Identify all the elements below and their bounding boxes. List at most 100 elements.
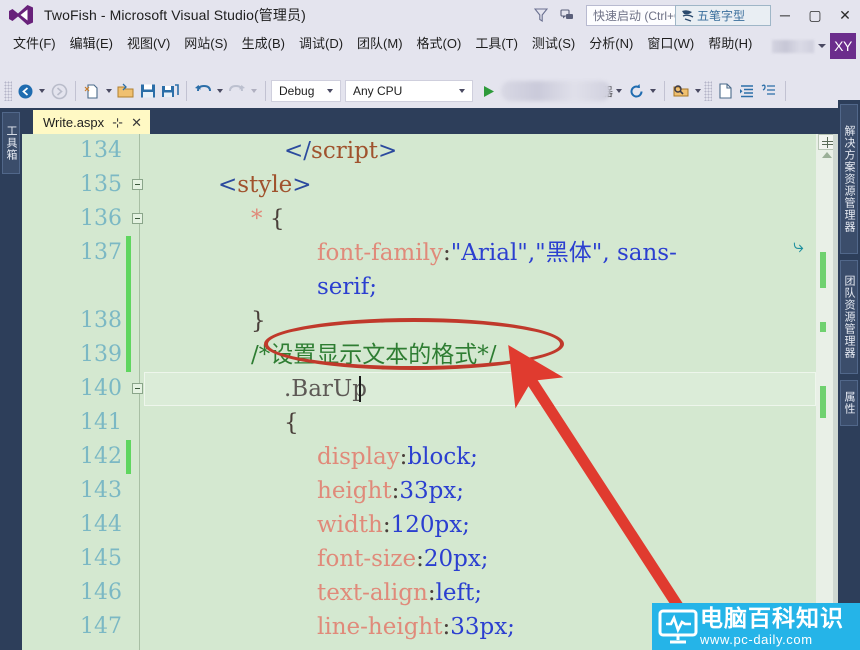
menu-item-11[interactable]: 窗口(W) bbox=[640, 33, 701, 55]
document-tab-write-aspx[interactable]: Write.aspx ⊹ ✕ bbox=[33, 110, 150, 134]
fold-toggle-icon[interactable] bbox=[132, 179, 143, 190]
code-editor[interactable]: 134 </script> 135 <style> 136 * {137 font-fami… bbox=[22, 134, 838, 650]
chevron-down-icon[interactable] bbox=[818, 44, 826, 48]
document-tab-strip: Write.aspx ⊹ ✕ bbox=[22, 108, 838, 134]
menu-item-4[interactable]: 生成(B) bbox=[235, 33, 292, 55]
code-line[interactable]: 141 { bbox=[22, 406, 838, 440]
notification-flag-icon[interactable] bbox=[554, 2, 580, 28]
open-file-icon[interactable] bbox=[115, 79, 137, 103]
code-line[interactable]: 135 <style> bbox=[22, 168, 838, 202]
refresh-icon[interactable] bbox=[625, 79, 647, 103]
maximize-button[interactable]: ▢ bbox=[800, 0, 830, 30]
line-number: 143 bbox=[80, 478, 122, 503]
solution-platform-select[interactable]: Any CPU bbox=[345, 80, 473, 102]
navigate-back-dropdown[interactable] bbox=[39, 89, 45, 93]
navigate-forward-icon bbox=[48, 79, 70, 103]
comment-lines-icon[interactable] bbox=[758, 79, 780, 103]
code-token: serif; bbox=[317, 274, 378, 300]
menu-items: 文件(F) 编辑(E) 视图(V) 网站(S) 生成(B) 调试(D) 团队(M) 格式(O)… bbox=[6, 33, 860, 55]
toolbar-grip[interactable] bbox=[704, 81, 713, 101]
fold-toggle-icon[interactable] bbox=[132, 383, 143, 394]
code-token: > bbox=[378, 138, 398, 164]
menu-item-0[interactable]: 文件(F) bbox=[6, 33, 63, 55]
navigate-back-icon[interactable] bbox=[14, 79, 36, 103]
menu-item-2[interactable]: 视图(V) bbox=[120, 33, 177, 55]
find-dropdown[interactable] bbox=[695, 89, 702, 93]
quick-launch-input[interactable]: 快速启动 (Ctrl+Q) 五笔字型 bbox=[586, 4, 771, 26]
save-icon[interactable] bbox=[137, 79, 159, 103]
menu-item-8[interactable]: 工具(T) bbox=[468, 33, 525, 55]
pin-icon[interactable]: ⊹ bbox=[112, 116, 123, 129]
scroll-change-marker bbox=[820, 322, 826, 332]
sidebar-item-toolbox[interactable]: 工具箱 bbox=[2, 112, 20, 174]
menu-item-10[interactable]: 分析(N) bbox=[582, 33, 640, 55]
find-in-files-icon[interactable] bbox=[670, 79, 692, 103]
document-tab-label: Write.aspx bbox=[43, 114, 105, 130]
code-line[interactable]: 138} bbox=[22, 304, 838, 338]
code-line[interactable]: 145 font-size:20px; bbox=[22, 542, 838, 576]
menu-item-6[interactable]: 团队(M) bbox=[350, 33, 410, 55]
code-line[interactable]: 139 /*设置显示文本的格式*/ bbox=[22, 338, 838, 372]
sidebar-item-right-2[interactable]: 属性 bbox=[840, 380, 858, 426]
menu-item-12[interactable]: 帮助(H) bbox=[701, 33, 759, 55]
menu-item-1[interactable]: 编辑(E) bbox=[63, 33, 120, 55]
code-token: font-family bbox=[317, 240, 443, 266]
avatar[interactable]: XY bbox=[830, 33, 856, 59]
account-name-redacted[interactable] bbox=[772, 39, 814, 53]
undo-dropdown[interactable] bbox=[217, 89, 223, 93]
change-marker bbox=[126, 270, 131, 304]
minimize-button[interactable]: ─ bbox=[770, 0, 800, 30]
code-token: "Arial","黑体", sans- bbox=[450, 240, 677, 266]
code-line[interactable]: serif; bbox=[22, 270, 838, 304]
code-line[interactable]: 134 </script> bbox=[22, 134, 838, 168]
new-item-icon[interactable] bbox=[81, 79, 103, 103]
menu-bar: 文件(F) 编辑(E) 视图(V) 网站(S) 生成(B) 调试(D) 团队(M) 格式(O)… bbox=[0, 30, 860, 74]
code-token: : bbox=[442, 240, 451, 266]
watermark-logo: 电脑百科知识 www.pc-daily.com bbox=[652, 603, 860, 650]
scroll-up-arrow-icon[interactable] bbox=[822, 152, 832, 158]
code-line[interactable]: 136 * { bbox=[22, 202, 838, 236]
close-icon[interactable]: ✕ bbox=[131, 116, 142, 129]
menu-item-9[interactable]: 测试(S) bbox=[525, 33, 582, 55]
code-token: 120px; bbox=[390, 512, 470, 538]
code-line[interactable]: 143 height:33px; bbox=[22, 474, 838, 508]
code-token: } bbox=[251, 308, 266, 334]
browser-select-dropdown[interactable] bbox=[616, 89, 623, 93]
browser-select-redacted[interactable] bbox=[501, 81, 611, 101]
code-line[interactable]: 142 display:block; bbox=[22, 440, 838, 474]
format-indent-icon[interactable] bbox=[736, 79, 758, 103]
sidebar-item-right-1[interactable]: 团队资源管理器 bbox=[840, 260, 858, 374]
code-text: <style> bbox=[218, 168, 312, 202]
code-token: < bbox=[218, 172, 238, 198]
code-token: 33px; bbox=[450, 614, 515, 640]
solution-configuration-select[interactable]: Debug bbox=[271, 80, 341, 102]
menu-item-3[interactable]: 网站(S) bbox=[177, 33, 234, 55]
undo-icon[interactable] bbox=[192, 79, 214, 103]
new-item-dropdown[interactable] bbox=[106, 89, 112, 93]
chevron-down-icon bbox=[459, 89, 465, 93]
account-area: XY bbox=[772, 33, 856, 59]
menu-item-7[interactable]: 格式(O) bbox=[410, 33, 469, 55]
fold-toggle-icon[interactable] bbox=[132, 213, 143, 224]
menu-item-5[interactable]: 调试(D) bbox=[292, 33, 350, 55]
code-token: font-size bbox=[317, 546, 417, 572]
refresh-dropdown[interactable] bbox=[650, 89, 657, 93]
code-token: > bbox=[292, 172, 312, 198]
code-line[interactable]: 137 font-family:"Arial","黑体", sans- bbox=[22, 236, 838, 270]
chevron-down-icon bbox=[327, 89, 333, 93]
sidebar-item-right-0[interactable]: 解决方案资源管理器 bbox=[840, 104, 858, 254]
ime-label: 五笔字型 bbox=[697, 8, 746, 23]
code-token: script bbox=[311, 138, 379, 164]
code-line[interactable]: 144 width:120px; bbox=[22, 508, 838, 542]
toolbar-separator bbox=[186, 81, 187, 101]
start-debug-icon[interactable] bbox=[477, 79, 499, 103]
save-all-icon[interactable] bbox=[159, 79, 181, 103]
document-outline-icon[interactable] bbox=[714, 79, 736, 103]
redo-dropdown[interactable] bbox=[251, 89, 257, 93]
toolbar-grip[interactable] bbox=[4, 81, 12, 101]
ime-indicator[interactable]: 五笔字型 bbox=[675, 4, 771, 26]
code-token: style bbox=[237, 172, 293, 198]
feedback-funnel-icon[interactable] bbox=[528, 2, 554, 28]
close-button[interactable]: ✕ bbox=[830, 0, 860, 30]
